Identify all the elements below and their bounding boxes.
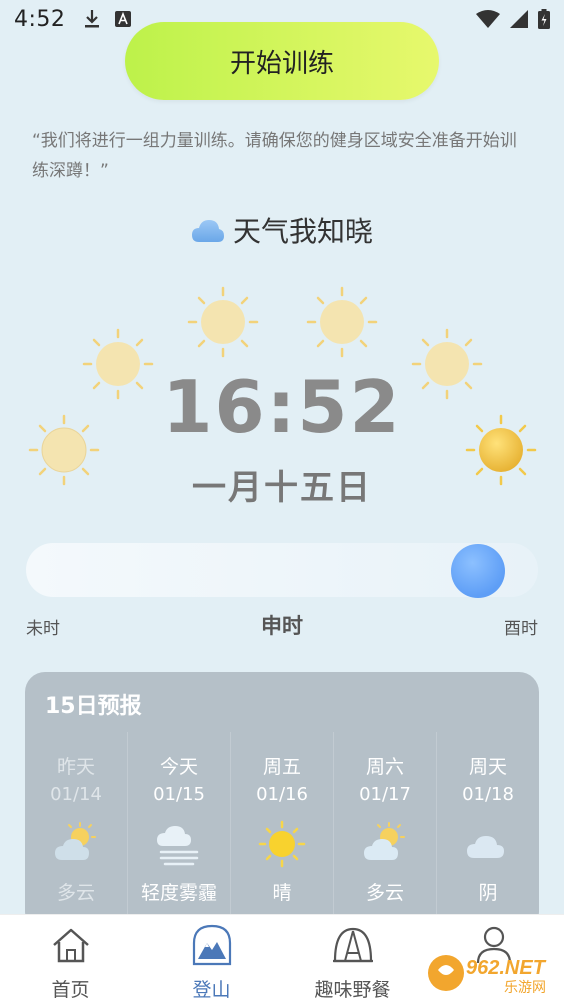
start-training-button[interactable]: 开始训练 — [125, 22, 439, 100]
signal-icon — [510, 10, 528, 28]
sun-icon-4 — [306, 286, 378, 358]
forecast-day-label: 周天 — [468, 756, 507, 778]
tent-icon — [332, 927, 373, 963]
forecast-date: 01/16 — [256, 784, 308, 805]
nav-item-hiking[interactable]: 登山 — [141, 915, 282, 1004]
weather-header: 天气我知晓 — [0, 210, 564, 250]
site-watermark: 962.NET 乐游网 — [426, 950, 558, 996]
training-quote: “我们将进行一组力量训练。请确保您的健身区域安全准备开始训练深蹲！” — [32, 131, 517, 181]
wifi-icon — [476, 10, 500, 28]
nav-item-picnic[interactable]: 趣味野餐 — [282, 915, 423, 1004]
watermark-logo-icon: 962.NET 乐游网 — [428, 955, 547, 996]
app-notification-icon — [115, 11, 132, 27]
forecast-day[interactable]: 今天 01/15 轻度雾霾 — [127, 732, 230, 932]
cloud-icon — [191, 220, 224, 242]
forecast-condition: 晴 — [272, 882, 292, 904]
svg-text:乐游网: 乐游网 — [504, 980, 546, 996]
sun-icon-3 — [187, 286, 259, 358]
weather-title: 天气我知晓 — [232, 215, 373, 248]
forecast-date: 01/15 — [153, 784, 205, 805]
forecast-date: 01/14 — [50, 784, 102, 805]
forecast-day[interactable]: 周五 01/16 晴 — [230, 732, 333, 932]
forecast-condition: 多云 — [56, 882, 95, 904]
forecast-condition: 轻度雾霾 — [140, 882, 217, 904]
sunny-icon — [258, 820, 306, 868]
nav-label-home: 首页 — [51, 979, 90, 1001]
time-slider-thumb[interactable] — [451, 544, 505, 598]
forecast-day[interactable]: 周六 01/17 多云 — [333, 732, 436, 932]
slider-label-current: 申时 — [261, 614, 303, 638]
partly-cloudy-icon — [55, 822, 96, 860]
haze-icon — [157, 826, 199, 866]
forecast-condition: 多云 — [365, 882, 404, 904]
forecast-list[interactable]: 昨天 01/14 多云 今天 01/15 轻度雾霾 周五 01/16 晴 周六 … — [25, 732, 539, 932]
slider-label-end: 酉时 — [504, 619, 538, 639]
forecast-card: 15日预报 昨天 01/14 多云 今天 01/15 轻度雾霾 周五 01/16… — [25, 672, 539, 932]
home-icon — [52, 928, 89, 963]
lunar-date: 一月十五日 — [192, 468, 372, 508]
forecast-day-label: 今天 — [159, 756, 198, 778]
nav-label-picnic: 趣味野餐 — [314, 979, 391, 1001]
status-time: 4:52 — [14, 6, 66, 32]
cloudy-icon — [467, 836, 504, 858]
svg-text:962.NET: 962.NET — [466, 957, 547, 979]
battery-icon — [538, 9, 550, 29]
mountain-icon — [192, 924, 231, 966]
forecast-condition: 阴 — [478, 882, 498, 904]
nav-item-home[interactable]: 首页 — [0, 915, 141, 1004]
forecast-day-label: 昨天 — [56, 756, 95, 778]
forecast-day-label: 周六 — [365, 756, 404, 778]
nav-label-hiking: 登山 — [192, 979, 231, 1001]
forecast-date: 01/17 — [359, 784, 411, 805]
forecast-day[interactable]: 昨天 01/14 多云 — [25, 732, 127, 932]
partly-cloudy-icon — [364, 822, 405, 860]
forecast-day-label: 周五 — [262, 756, 301, 778]
clock-time: 16:52 — [162, 365, 402, 449]
download-icon — [85, 10, 100, 28]
forecast-day[interactable]: 周天 01/18 阴 — [436, 732, 539, 932]
forecast-date: 01/18 — [462, 784, 514, 805]
forecast-title: 15日预报 — [45, 694, 142, 719]
